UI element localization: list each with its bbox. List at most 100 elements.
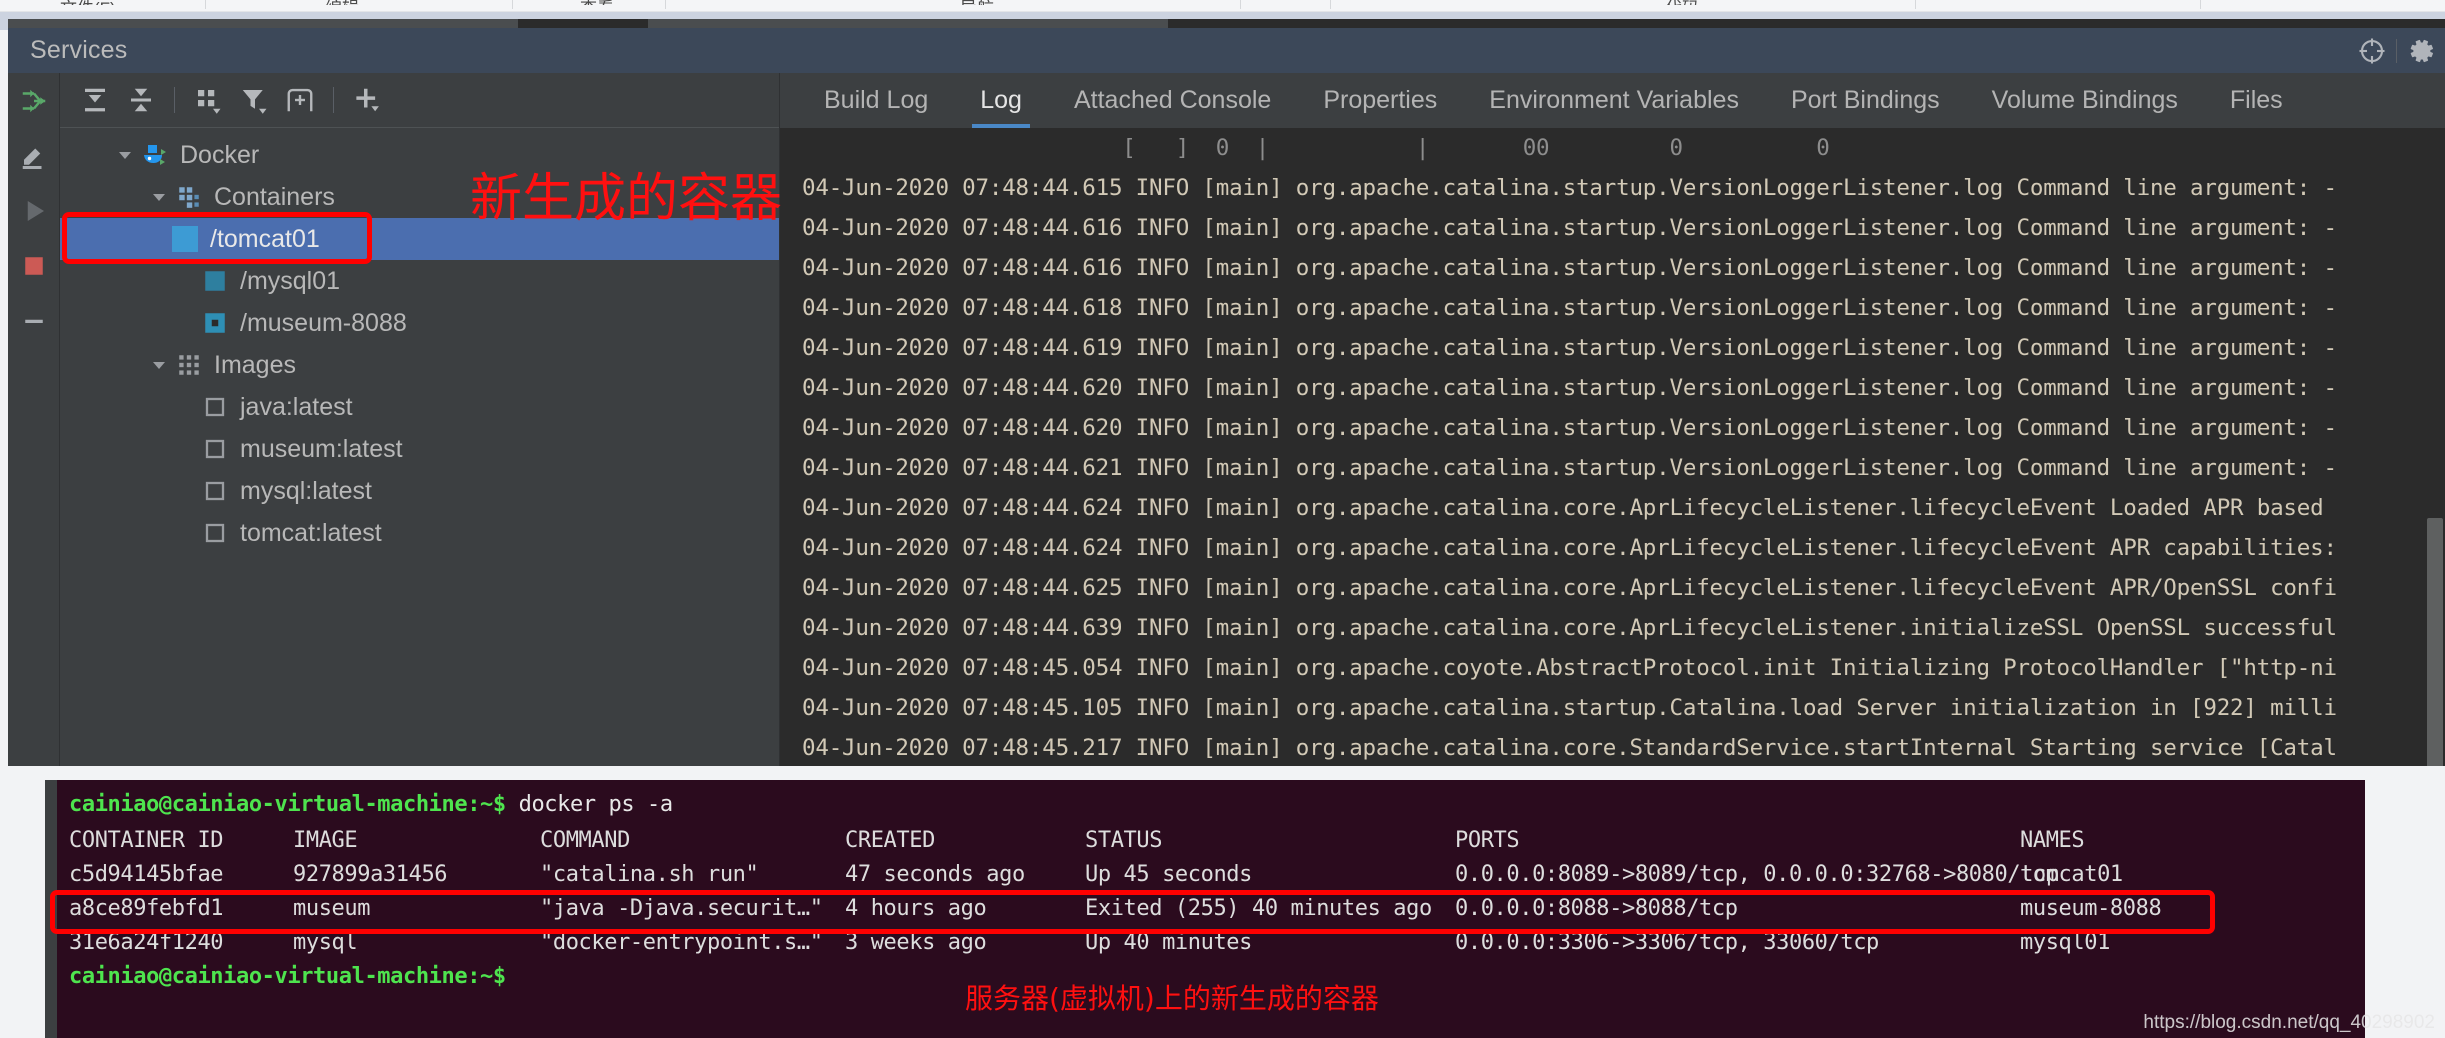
terminal-header-status: STATUS [1085, 828, 1162, 853]
terminal-command-line: cainiao@cainiao-virtual-machine:~$ docke… [69, 792, 673, 817]
menu-item-view[interactable]: 查看 [580, 0, 614, 5]
log-line: 04-Jun-2020 07:48:45.054 INFO [main] org… [780, 648, 2445, 688]
log-line: 04-Jun-2020 07:48:44.616 INFO [main] org… [780, 208, 2445, 248]
log-line: 04-Jun-2020 07:48:44.618 INFO [main] org… [780, 288, 2445, 328]
menu-divider-2 [512, 0, 513, 9]
images-icon [172, 352, 206, 378]
tree-node-tomcat-latest[interactable]: tomcat:latest [60, 512, 779, 554]
image-icon [198, 437, 232, 461]
detail-tabs[interactable]: Build Log Log Attached Console Propertie… [780, 73, 2445, 128]
terminal-row-3-names: mysql01 [2020, 930, 2110, 955]
terminal-row-3-container-id: 31e6a24f1240 [69, 930, 223, 955]
log-line-cutoff: [ ] 0 | | 00 0 0 [780, 128, 2445, 168]
tab-files[interactable]: Files [2204, 73, 2309, 128]
terminal-header-command: COMMAND [540, 828, 630, 853]
docker-whale-icon [138, 142, 172, 168]
menu-divider-7 [2200, 0, 2201, 9]
tree-node-label: /museum-8088 [240, 309, 407, 338]
tree-node-label: mysql:latest [240, 477, 372, 506]
terminal-trailing-prompt: cainiao@cainiao-virtual-machine:~$ [69, 964, 506, 989]
terminal-row-3-command: "docker-entrypoint.s…" [540, 930, 823, 955]
container-detail-pane: Build Log Log Attached Console Propertie… [780, 73, 2445, 766]
menu-divider-5 [1330, 0, 1331, 9]
menu-item-code[interactable]: 代码 [1665, 0, 1699, 5]
terminal-row-3-ports: 0.0.0.0:3306->3306/tcp, 33060/tcp [1455, 930, 1879, 955]
tab-environment-variables[interactable]: Environment Variables [1463, 73, 1765, 128]
terminal-row-1-created: 47 seconds ago [845, 862, 1025, 887]
terminal-header-ports: PORTS [1455, 828, 1519, 853]
log-line: 04-Jun-2020 07:48:44.624 INFO [main] org… [780, 488, 2445, 528]
tree-node-label: java:latest [240, 393, 353, 422]
minus-icon[interactable] [8, 293, 60, 348]
container-stopped-icon [198, 310, 232, 336]
services-header-actions [2348, 28, 2445, 73]
terminal-header-names: NAMES [2020, 828, 2084, 853]
tree-node-label: /tomcat01 [240, 225, 350, 254]
annotation-label-server-container: 服务器(虚拟机)上的新生成的容器 [965, 977, 1379, 1017]
terminal-row-1-ports: 0.0.0.0:8089->8089/tcp, 0.0.0.0:32768->8… [1455, 862, 2059, 887]
tree-node-museum-8088[interactable]: /museum-8088 [60, 302, 779, 344]
toolbar-divider-1 [174, 87, 175, 113]
tree-node-java-latest[interactable]: java:latest [60, 386, 779, 428]
chevron-down-icon[interactable] [112, 145, 138, 165]
tab-attached-console[interactable]: Attached Console [1048, 73, 1297, 128]
menu-item-navigate[interactable]: 导航 [960, 0, 994, 5]
menu-item-file[interactable]: 文件(F) [60, 0, 116, 5]
image-icon [198, 395, 232, 419]
edit-pencil-icon[interactable] [8, 128, 60, 183]
target-icon[interactable] [2348, 28, 2396, 73]
container-running-icon [198, 226, 232, 252]
add-tab-icon[interactable] [277, 77, 323, 123]
container-running-icon [198, 268, 232, 294]
play-icon[interactable] [8, 183, 60, 238]
tree-node-mysql-latest[interactable]: mysql:latest [60, 470, 779, 512]
log-line: 04-Jun-2020 07:48:44.620 INFO [main] org… [780, 368, 2445, 408]
containers-icon [172, 184, 206, 210]
watermark: https://blog.csdn.net/qq_40298902 [2143, 1012, 2435, 1034]
terminal-row-2-container-id: a8ce89febfd1 [69, 896, 223, 921]
tree-node-label: Images [214, 351, 296, 380]
services-gutter [8, 73, 60, 766]
collapse-all-icon[interactable] [118, 77, 164, 123]
terminal-row-2-status: Exited (255) 40 minutes ago [1085, 896, 1432, 921]
expand-all-icon[interactable] [72, 77, 118, 123]
services-body: Docker C [8, 73, 2445, 766]
log-line: 04-Jun-2020 07:48:44.615 INFO [main] org… [780, 168, 2445, 208]
annotation-label-new-container: 新生成的容器 [470, 156, 782, 231]
tab-build-log[interactable]: Build Log [798, 73, 954, 128]
tab-log[interactable]: Log [954, 73, 1048, 128]
chevron-down-icon[interactable] [146, 187, 172, 207]
group-by-icon[interactable] [185, 77, 231, 123]
menu-divider-6 [1915, 0, 1916, 9]
tree-node-images[interactable]: Images [60, 344, 779, 386]
stop-icon[interactable] [8, 238, 60, 293]
log-vertical-scrollbar[interactable] [2427, 518, 2443, 766]
image-icon [198, 521, 232, 545]
tab-volume-bindings[interactable]: Volume Bindings [1966, 73, 2204, 128]
menu-item-edit[interactable]: 编辑 [325, 0, 359, 5]
chevron-down-icon[interactable] [146, 355, 172, 375]
tree-node-museum-latest[interactable]: museum:latest [60, 428, 779, 470]
add-service-icon[interactable] [344, 77, 390, 123]
services-header: Services [8, 28, 2445, 73]
filter-icon[interactable] [231, 77, 277, 123]
tree-node-label: museum:latest [240, 435, 403, 464]
terminal-row-1-status: Up 45 seconds [1085, 862, 1252, 887]
page-title: Services [30, 36, 127, 65]
terminal-row-3-image: mysql [293, 930, 357, 955]
tab-port-bindings[interactable]: Port Bindings [1765, 73, 1966, 128]
tree-node-label: Docker [180, 141, 259, 170]
tree-node-mysql01[interactable]: /mysql01 [60, 260, 779, 302]
services-tool-window: Services [8, 28, 2445, 766]
image-icon [198, 479, 232, 503]
run-icon[interactable] [8, 73, 60, 128]
log-line: 04-Jun-2020 07:48:45.105 INFO [main] org… [780, 688, 2445, 728]
gear-icon[interactable] [2397, 28, 2445, 73]
terminal-row-2-command: "java -Djava.securit…" [540, 896, 823, 921]
tab-properties[interactable]: Properties [1297, 73, 1463, 128]
tree-toolbar [60, 73, 779, 128]
log-output[interactable]: [ ] 0 | | 00 0 0 04-Jun-2020 07:48:44.61… [780, 128, 2445, 766]
ide-menu-bar[interactable]: 文件(F) 编辑 查看 导航 代码 [0, 0, 2445, 12]
terminal-left-edge [45, 780, 57, 1038]
log-line: 04-Jun-2020 07:48:44.624 INFO [main] org… [780, 528, 2445, 568]
